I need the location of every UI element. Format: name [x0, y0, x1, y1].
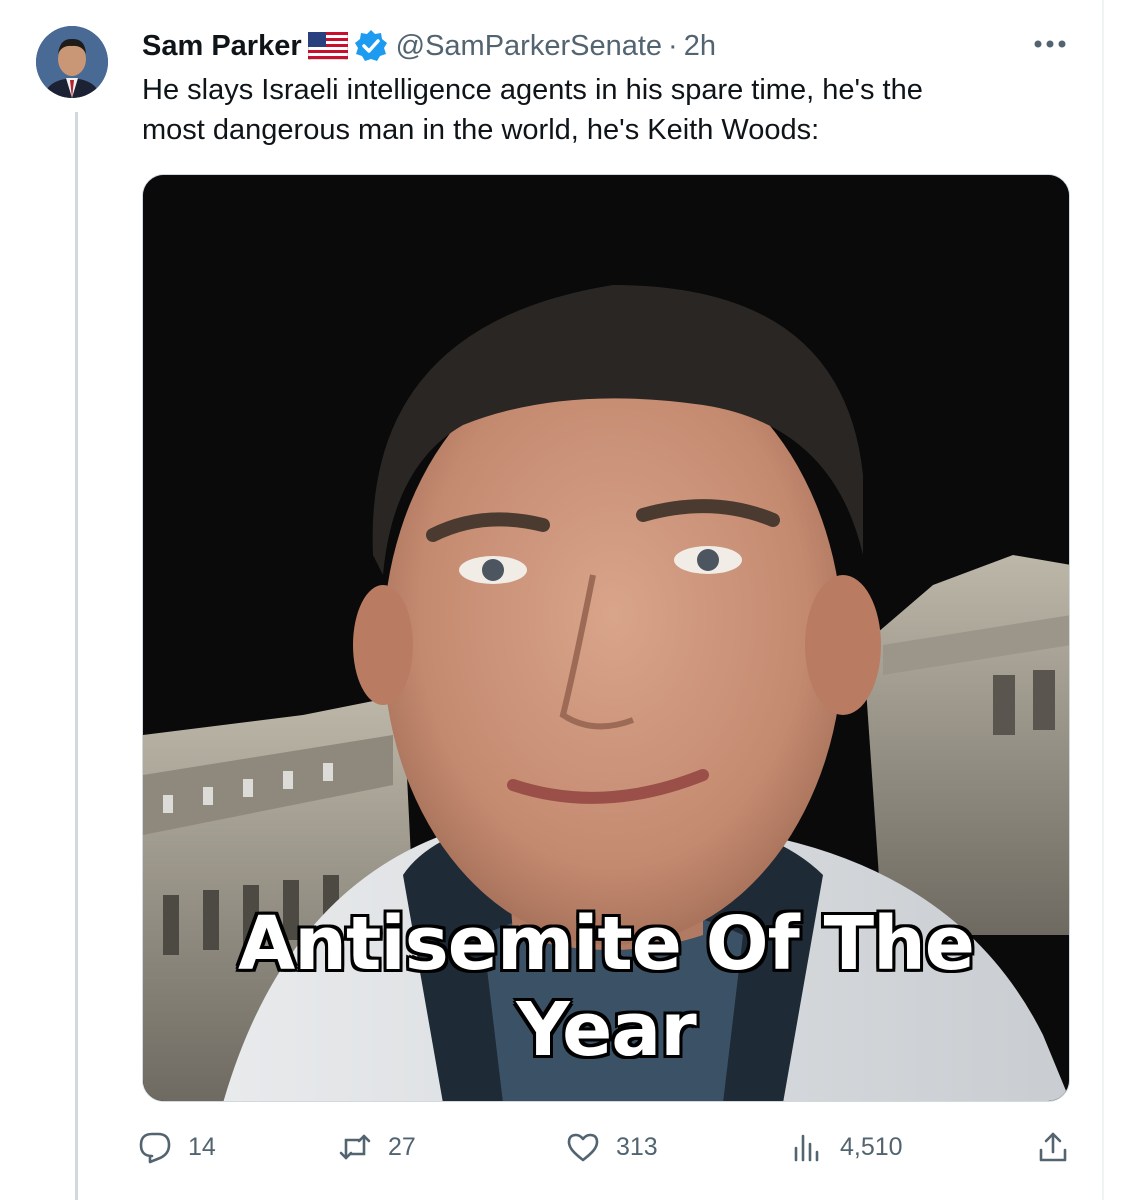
avatar-photo	[36, 26, 108, 98]
separator-dot: ·	[668, 29, 678, 62]
heart-icon	[567, 1133, 599, 1162]
author-name[interactable]: Sam Parker	[142, 30, 302, 63]
author-avatar[interactable]	[36, 26, 108, 98]
views-chart-icon	[794, 1134, 819, 1162]
thread-connector-line	[75, 112, 78, 1200]
retweet-count: 27	[388, 1132, 416, 1161]
retweet-icon	[339, 1134, 371, 1160]
us-flag-icon	[307, 31, 349, 61]
reply-icon	[139, 1132, 171, 1164]
tweet-text: He slays Israeli intelligence agents in …	[142, 74, 923, 146]
views-button[interactable]: 4,510	[790, 1124, 903, 1170]
media-caption: Antisemite Of The Year	[238, 901, 975, 1073]
reply-button[interactable]: 14	[138, 1124, 216, 1170]
share-button[interactable]	[1036, 1124, 1070, 1170]
more-options-icon[interactable]	[1030, 32, 1070, 56]
views-count: 4,510	[840, 1132, 903, 1161]
tweet-actions-bar: 14 27 313 4,510	[138, 1124, 1078, 1170]
tweet-media[interactable]: Antisemite Of The Year	[142, 174, 1070, 1102]
like-count: 313	[616, 1132, 658, 1161]
retweet-button[interactable]: 27	[338, 1124, 416, 1170]
verified-badge-icon[interactable]	[354, 29, 388, 63]
reply-count: 14	[188, 1132, 216, 1161]
tweet-header: Sam Parker @SamParkerSenate · 2h	[142, 26, 716, 66]
like-button[interactable]: 313	[566, 1124, 658, 1170]
author-handle[interactable]: @SamParkerSenate	[396, 30, 662, 63]
share-icon	[1039, 1132, 1067, 1162]
tweet-timestamp[interactable]: 2h	[684, 30, 716, 63]
timeline-border	[1102, 0, 1104, 1200]
